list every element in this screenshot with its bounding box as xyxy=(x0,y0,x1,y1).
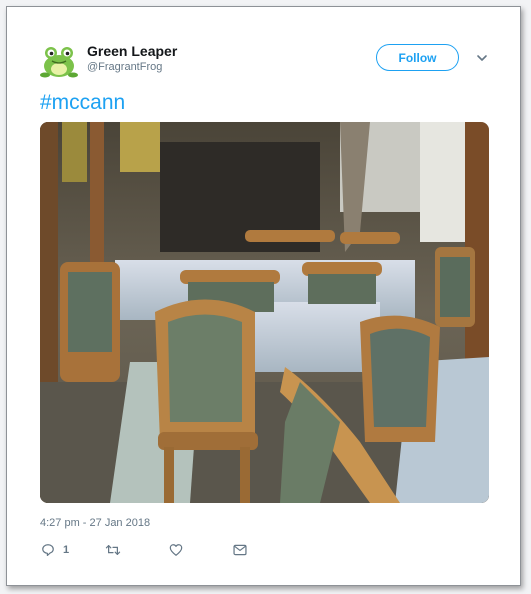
frog-avatar[interactable] xyxy=(39,41,79,81)
reply-icon xyxy=(41,543,55,557)
retweet-icon xyxy=(105,543,121,557)
tweet-timestamp[interactable]: 4:27 pm - 27 Jan 2018 xyxy=(40,517,150,529)
like-button[interactable] xyxy=(169,542,183,558)
tweet-actions: 1 xyxy=(7,542,520,562)
follow-button[interactable]: Follow xyxy=(376,44,459,71)
reply-count: 1 xyxy=(63,544,70,556)
message-icon xyxy=(233,544,247,556)
tweet-photo[interactable] xyxy=(40,122,489,503)
user-handle[interactable]: @FragrantFrog xyxy=(87,61,162,73)
tweet-card: Green Leaper @FragrantFrog Follow #mccan… xyxy=(6,6,521,586)
like-icon xyxy=(169,543,183,557)
message-button[interactable] xyxy=(233,542,247,558)
tweet-hashtag-link[interactable]: #mccann xyxy=(40,91,125,115)
reply-button[interactable]: 1 xyxy=(41,542,69,558)
user-name[interactable]: Green Leaper xyxy=(87,43,177,59)
chevron-down-icon[interactable] xyxy=(475,51,489,65)
retweet-button[interactable] xyxy=(105,542,121,558)
